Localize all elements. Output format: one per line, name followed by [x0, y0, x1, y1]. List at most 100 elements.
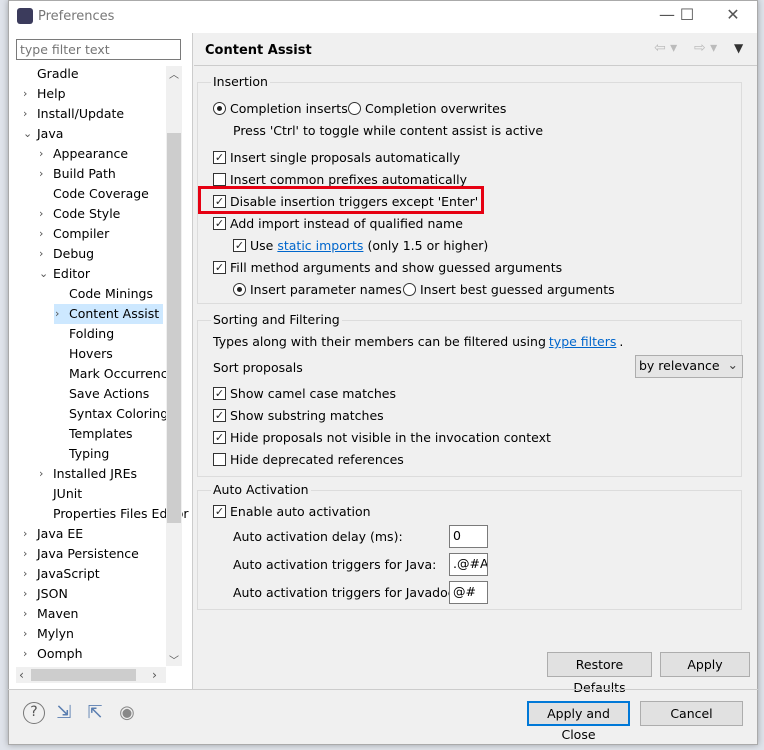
tree-item[interactable]: Folding — [69, 324, 114, 344]
tree-item[interactable]: Install/Update — [37, 104, 124, 124]
back-arrow-icon[interactable]: ⇦ ▾ — [654, 40, 677, 56]
chevron-right-icon[interactable]: › — [23, 524, 27, 544]
tree-item[interactable]: Debug — [53, 244, 94, 264]
tree-item[interactable]: Typing — [69, 444, 109, 464]
javadoc-triggers-label: Auto activation triggers for Javadoc: — [233, 585, 459, 600]
forward-arrow-icon[interactable]: ⇨ ▾ — [694, 40, 717, 56]
scroll-right-icon[interactable]: › — [152, 667, 157, 682]
chevron-right-icon[interactable]: › — [23, 584, 27, 604]
tree-item-label: Debug — [53, 246, 95, 261]
chevron-right-icon[interactable]: › — [39, 244, 43, 264]
chevron-right-icon[interactable]: › — [23, 604, 27, 624]
chevron-right-icon[interactable]: › — [39, 204, 43, 224]
chevron-right-icon[interactable]: › — [23, 564, 27, 584]
chevron-right-icon[interactable]: › — [39, 464, 43, 484]
common-prefixes-checkbox[interactable] — [213, 173, 226, 186]
apply-button[interactable]: Apply — [660, 652, 750, 677]
tree-item[interactable]: Java Persistence — [37, 544, 139, 564]
chevron-down-icon[interactable]: ⌄ — [23, 124, 32, 144]
tree-item[interactable]: Templates — [69, 424, 133, 444]
chevron-right-icon[interactable]: › — [39, 224, 43, 244]
tree-item-label: Help — [37, 86, 66, 101]
window-title: Preferences — [38, 9, 115, 24]
tree-item[interactable]: Code Coverage — [53, 184, 149, 204]
tree-item[interactable]: Save Actions — [69, 384, 149, 404]
chevron-right-icon[interactable]: › — [23, 644, 27, 664]
chevron-right-icon[interactable]: › — [23, 624, 27, 644]
java-triggers-input[interactable]: .@#A — [449, 553, 488, 576]
hide-not-visible-label: Hide proposals not visible in the invoca… — [230, 430, 551, 445]
chevron-right-icon[interactable]: › — [39, 164, 43, 184]
cancel-button[interactable]: Cancel — [640, 701, 743, 726]
tree-item[interactable]: Gradle — [37, 64, 79, 84]
tree-item[interactable]: Appearance — [53, 144, 128, 164]
tree-item[interactable]: JavaScript — [37, 564, 100, 584]
tree-item[interactable]: Oomph — [37, 644, 83, 664]
sort-proposals-select[interactable]: by relevance ⌄ — [635, 355, 743, 378]
delay-input[interactable]: 0 — [449, 525, 488, 548]
chevron-down-icon: ⌄ — [727, 357, 738, 372]
help-icon[interactable]: ? — [23, 702, 45, 724]
tree-item[interactable]: Maven — [37, 604, 78, 624]
tree-item[interactable]: JSON — [37, 584, 68, 604]
scroll-down-icon[interactable]: ﹀ — [169, 652, 179, 667]
restore-defaults-button[interactable]: Restore Defaults — [547, 652, 652, 695]
tree-item[interactable]: Java — [37, 124, 63, 144]
tree-item[interactable]: Content Assist — [54, 304, 164, 324]
use-static-imports-checkbox[interactable]: ✓ — [233, 239, 246, 252]
tree-item-label: Save Actions — [69, 386, 150, 401]
scroll-left-icon[interactable]: ‹ — [19, 667, 24, 682]
filter-input[interactable] — [16, 39, 181, 60]
hide-not-visible-checkbox[interactable]: ✓ — [213, 431, 226, 444]
completion-inserts-radio[interactable] — [213, 102, 226, 115]
record-icon[interactable]: ◉ — [116, 702, 138, 724]
hide-deprecated-checkbox[interactable] — [213, 453, 226, 466]
completion-overwrites-radio[interactable] — [348, 102, 361, 115]
static-imports-link[interactable]: static imports — [277, 238, 363, 253]
tree-item[interactable]: Installed JREs — [53, 464, 137, 484]
chevron-right-icon[interactable]: › — [23, 84, 27, 104]
tree-item[interactable]: Help — [37, 84, 66, 104]
common-prefixes-label: Insert common prefixes automatically — [230, 172, 468, 187]
single-proposals-checkbox[interactable]: ✓ — [213, 151, 226, 164]
camel-case-checkbox[interactable]: ✓ — [213, 387, 226, 400]
javadoc-triggers-input[interactable]: @# — [449, 581, 488, 604]
substring-checkbox[interactable]: ✓ — [213, 409, 226, 422]
insert-param-names-radio[interactable] — [233, 283, 246, 296]
tree-item[interactable]: Syntax Coloring — [69, 404, 168, 424]
insert-best-guessed-radio[interactable] — [403, 283, 416, 296]
tree-item[interactable]: Code Minings — [69, 284, 153, 304]
vertical-scroll-thumb[interactable] — [167, 133, 181, 523]
chevron-right-icon[interactable]: › — [39, 144, 43, 164]
tree-item-label: Mylyn — [37, 626, 74, 641]
export-icon[interactable]: ⇱ — [84, 702, 106, 724]
only-15-label: (only 1.5 or higher) — [367, 238, 489, 253]
fill-args-checkbox[interactable]: ✓ — [213, 261, 226, 274]
chevron-down-icon[interactable]: ⌄ — [39, 264, 48, 284]
chevron-right-icon[interactable]: › — [23, 104, 27, 124]
tree-item[interactable]: Hovers — [69, 344, 113, 364]
scroll-up-icon[interactable]: ︿ — [169, 66, 179, 81]
maximize-button[interactable]: ☐ — [669, 5, 705, 27]
add-import-checkbox[interactable]: ✓ — [213, 217, 226, 230]
type-filters-link[interactable]: type filters — [549, 334, 617, 349]
horizontal-scroll-thumb[interactable] — [31, 669, 136, 681]
tree-item[interactable]: Editor — [53, 264, 90, 284]
eclipse-icon — [17, 8, 33, 24]
enable-auto-activation-checkbox[interactable]: ✓ — [213, 505, 226, 518]
tree-item[interactable]: JUnit — [53, 484, 82, 504]
tree-item[interactable]: Code Style — [53, 204, 120, 224]
camel-case-label: Show camel case matches — [230, 386, 396, 401]
chevron-right-icon[interactable]: › — [23, 544, 27, 564]
tree-item[interactable]: Mark Occurrences — [69, 364, 182, 384]
tree-item[interactable]: Build Path — [53, 164, 116, 184]
apply-and-close-button[interactable]: Apply and Close — [527, 701, 630, 742]
view-menu-icon[interactable]: ▼ — [734, 41, 743, 55]
substring-label: Show substring matches — [230, 408, 384, 423]
import-icon[interactable]: ⇲ — [53, 702, 75, 724]
chevron-right-icon[interactable]: › — [55, 304, 59, 324]
close-button[interactable]: ✕ — [715, 5, 751, 27]
tree-item[interactable]: Mylyn — [37, 624, 74, 644]
tree-item[interactable]: Java EE — [37, 524, 83, 544]
tree-item[interactable]: Compiler — [53, 224, 109, 244]
